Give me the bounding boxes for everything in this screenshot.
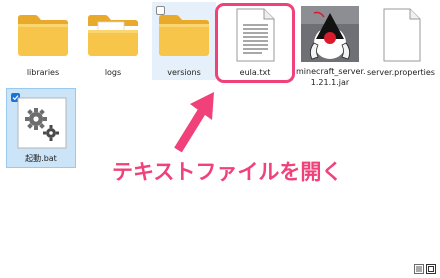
file-name-label: server.properties xyxy=(367,68,435,77)
file-item-start-bat[interactable]: 起動.bat xyxy=(6,88,76,168)
file-name-label: versions xyxy=(167,68,201,77)
annotation-text: テキストファイルを開く xyxy=(112,160,343,184)
pointer-arrow-icon xyxy=(174,92,214,153)
large-icons-view-icon xyxy=(428,266,434,272)
highlight-box xyxy=(215,3,295,83)
file-item-logs[interactable]: logs xyxy=(82,4,144,80)
folder-with-document-icon xyxy=(88,15,138,56)
blank-file-icon xyxy=(383,8,421,62)
file-item-server-properties[interactable]: server.properties xyxy=(366,4,436,80)
large-icons-view-button[interactable] xyxy=(426,264,436,274)
file-item-versions[interactable]: versions xyxy=(152,2,216,80)
details-view-icon xyxy=(416,266,422,272)
batch-file-gears-icon xyxy=(17,97,67,149)
file-item-minecraft-server-jar[interactable]: minecraft_server. 1.21.1.jar xyxy=(296,4,366,92)
file-item-libraries[interactable]: libraries xyxy=(12,4,74,80)
folder-icon xyxy=(18,15,68,56)
file-name-label: minecraft_server. 1.21.1.jar xyxy=(296,67,366,87)
java-duke-icon xyxy=(301,6,359,62)
file-name-label: 起動.bat xyxy=(25,154,57,163)
folder-icon xyxy=(159,15,209,56)
file-name-label: libraries xyxy=(26,68,60,77)
file-name-label: logs xyxy=(104,68,122,77)
details-view-button[interactable] xyxy=(414,264,424,274)
